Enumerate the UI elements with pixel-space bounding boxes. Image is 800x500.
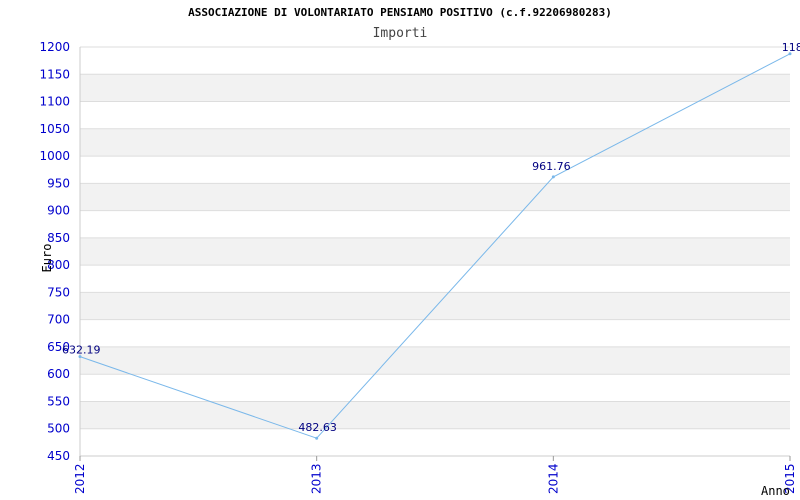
grid-band: [80, 183, 790, 211]
y-tick-label: 1100: [39, 95, 70, 109]
grid-band: [80, 74, 790, 102]
y-tick-label: 1150: [39, 67, 70, 81]
y-tick-label: 950: [47, 176, 70, 190]
y-tick-label: 1200: [39, 40, 70, 54]
y-tick-label: 500: [47, 422, 70, 436]
y-tick-label: 550: [47, 394, 70, 408]
y-tick-label: 1050: [39, 122, 70, 136]
y-tick-label: 600: [47, 367, 70, 381]
x-tick-label: 2012: [73, 463, 87, 494]
data-label: 1187.6: [782, 41, 800, 54]
data-point: [551, 175, 555, 179]
y-axis-label: Euro: [40, 244, 54, 273]
grid-band: [80, 401, 790, 429]
chart: ASSOCIAZIONE DI VOLONTARIATO PENSIAMO PO…: [39, 6, 800, 498]
grid-band: [80, 128, 790, 157]
grid-band: [80, 292, 790, 320]
y-tick-label: 850: [47, 231, 70, 245]
chart-subtitle: Importi: [373, 26, 428, 41]
x-tick-labels: 2012 2013 2014 2015: [73, 456, 797, 494]
x-axis-label: Anno: [761, 484, 790, 498]
data-label: 632.19: [62, 344, 101, 357]
x-tick-label: 2014: [546, 463, 560, 494]
grid-band: [80, 237, 790, 266]
data-point: [315, 436, 319, 440]
y-tick-label: 450: [47, 449, 70, 463]
y-tick-label: 700: [47, 313, 70, 327]
data-label: 482.63: [298, 421, 337, 434]
y-tick-label: 750: [47, 285, 70, 299]
y-tick-label: 1000: [39, 149, 70, 163]
data-label: 961.76: [532, 160, 571, 173]
x-tick-label: 2013: [310, 463, 324, 494]
chart-title: ASSOCIAZIONE DI VOLONTARIATO PENSIAMO PO…: [188, 6, 612, 19]
grid-band: [80, 346, 790, 375]
y-tick-label: 900: [47, 204, 70, 218]
grid-bands: [80, 74, 790, 429]
